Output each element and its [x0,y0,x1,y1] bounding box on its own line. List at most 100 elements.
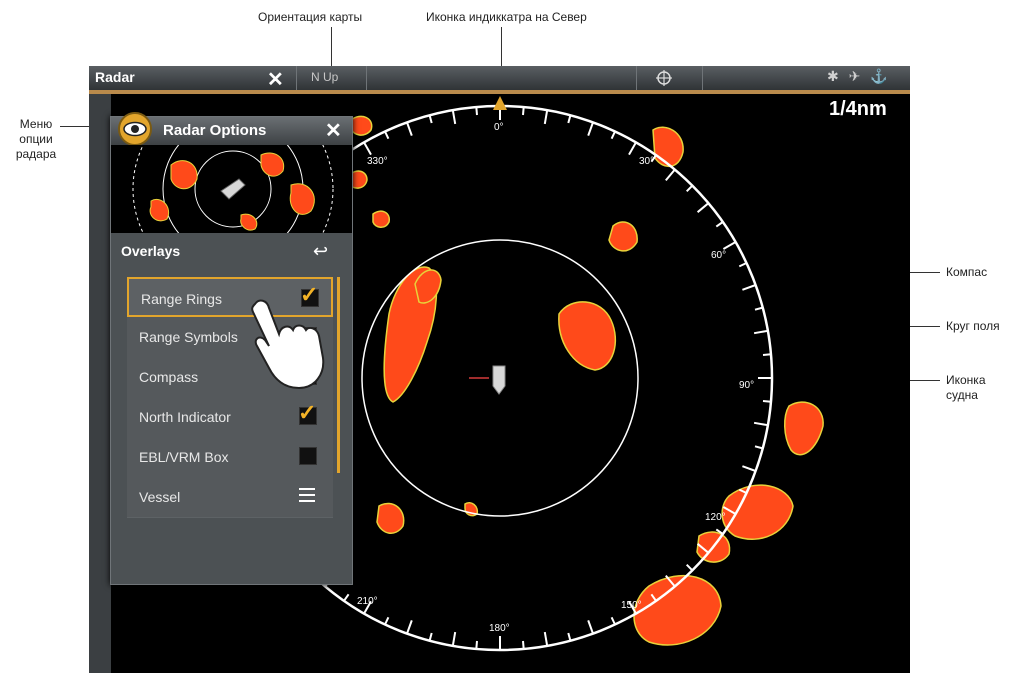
compass-tick [384,131,390,140]
compass-tick [753,329,769,335]
overlays-title: Overlays [121,243,181,259]
device-screen: 0° 30° 60° 90° 120° 150° 180° 210° 330° … [89,66,910,673]
callout-range-ring: Круг поля [946,319,1000,333]
callout-radar-options-l2: опции [19,132,53,146]
callout-map-orientation: Ориентация карты [258,10,363,24]
option-label: Compass [139,369,199,385]
compass-tick [685,563,694,572]
back-arrow-icon[interactable]: ↩ [313,241,328,262]
orientation-button[interactable]: N Up [311,70,338,84]
compass-tick [742,465,756,472]
compass-tick [543,109,549,125]
option-label: North Indicator [139,409,231,425]
callout-vessel-icon: Иконка судна [946,373,986,403]
option-label: Range Symbols [139,329,238,345]
compass-tick [665,168,676,182]
option-label: Range Rings [141,291,222,307]
compass-tick [543,631,549,647]
topbar-segment-middle [366,66,637,90]
compass-label-210: 210° [357,596,378,607]
compass-tick [722,241,737,250]
app-title: Radar [95,69,135,85]
panel-close-button[interactable]: ✕ [325,118,342,143]
app-close-button[interactable]: ✕ [267,67,284,92]
compass-tick [628,141,637,156]
leader-map-orientation [331,27,332,67]
option-vessel[interactable]: Vessel [127,477,333,518]
option-label: EBL/VRM Box [139,449,229,465]
compass-tick [475,640,478,650]
compass-tick [754,445,763,450]
callout-north-indicator: Иконка индиккатра на Север [426,10,587,24]
range-label: 1/4nm [829,98,887,120]
echo-15 [376,502,405,534]
checkmark-icon: ✓ [298,400,317,425]
compass-tick [567,632,572,641]
compass-label-150: 150° [621,600,642,611]
echo-7 [372,210,390,228]
callout-vessel-l1: Иконка [946,373,986,387]
compass-label-60: 60° [711,250,726,261]
compass-tick [384,616,390,625]
compass-tick [738,262,747,268]
callout-radar-options: Меню опции радара [14,117,58,162]
echo-5 [652,126,684,167]
compass-tick [762,353,772,356]
top-bar: Radar ✕ N Up ✱ ✈ ⚓ [89,66,910,92]
status-icons: ✱ ✈ ⚓ [827,68,891,84]
north-indicator-icon [493,96,507,110]
option-ebl-vrm-box[interactable]: EBL/VRM Box [127,437,333,478]
compass-tick [742,284,756,291]
compass-tick [754,306,763,311]
compass-label-30: 30° [639,156,654,167]
compass-tick [587,620,594,634]
checkbox-ebl-vrm-box[interactable] [299,447,317,465]
topbar-accent-line [89,90,910,94]
compass-tick [475,106,478,116]
checkbox-north-indicator[interactable]: ✓ [298,400,317,425]
compass-tick [343,593,350,602]
echo-11 [633,574,722,646]
callout-radar-options-l3: радара [15,147,57,161]
compass-tick [753,421,769,427]
compass-tick [685,184,694,193]
compass-tick [610,616,616,625]
pointing-hand-icon [251,299,325,390]
option-label: Vessel [139,489,181,505]
compass-tick [522,106,525,116]
compass-tick [522,640,525,650]
panel-title: Radar Options [163,122,267,139]
compass-tick [610,131,616,140]
echo-13 [350,115,373,136]
compass-tick [696,202,710,213]
compass-tick [428,632,433,641]
compass-tick [428,115,433,124]
echo-3 [558,301,617,371]
callout-vessel-l2: судна [946,388,978,402]
vessel-icon [492,365,506,395]
compass-tick [587,122,594,136]
mini-radar-preview [111,145,352,233]
scrollbar[interactable] [337,277,340,473]
compass-tick [451,631,457,647]
compass-tick [363,141,372,156]
overlays-header: Overlays ↩ [111,235,352,269]
eye-icon[interactable] [117,111,153,147]
left-menu-strip [89,94,111,673]
compass-label-330: 330° [367,156,388,167]
compass-tick [762,400,772,403]
compass-label-0: 0° [494,122,504,133]
compass-tick [715,221,724,228]
echo-9 [784,401,824,456]
option-north-indicator[interactable]: North Indicator ✓ [127,397,333,438]
crosshair-icon[interactable] [655,69,673,87]
echo-4 [608,221,638,252]
compass-tick [451,109,457,125]
compass-label-180: 180° [489,623,510,634]
callout-radar-options-l1: Меню [19,117,53,131]
compass-tick [406,122,413,136]
compass-tick [406,620,413,634]
compass-label-90: 90° [739,380,754,391]
compass-label-120: 120° [705,512,726,523]
menu-icon[interactable] [299,488,315,502]
